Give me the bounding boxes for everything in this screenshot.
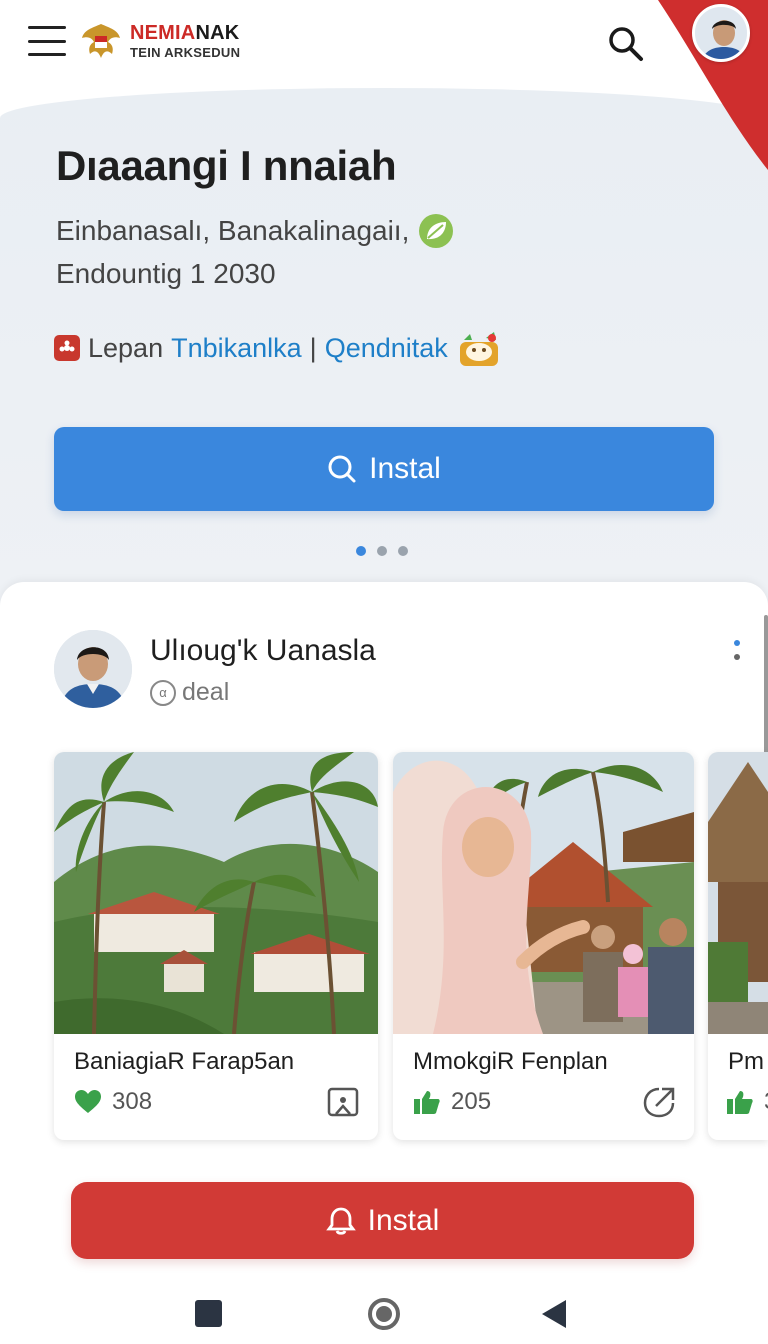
post-card[interactable]: BaniagiaR Farap5an 308 xyxy=(54,752,378,1140)
hero-subtitle: Einbanasalı, Banakalinagaiı, xyxy=(56,212,455,250)
post-stats: 205 xyxy=(413,1088,491,1116)
more-options-icon[interactable] xyxy=(730,640,744,670)
post-image-gathering xyxy=(393,752,694,1034)
search-icon xyxy=(328,455,356,483)
hero-title: Dıaaangi I nnaiah xyxy=(56,142,397,189)
hamburger-menu-icon[interactable] xyxy=(28,26,66,56)
profile-name[interactable]: Ulıoug'k Uanasla xyxy=(150,634,376,668)
logo-text-red: NEMIA xyxy=(130,22,196,44)
back-icon[interactable] xyxy=(540,1298,568,1330)
carousel-indicator xyxy=(356,546,408,556)
tag-link-secondary[interactable]: Qendnitak xyxy=(325,333,448,364)
logo-text-dark: NAK xyxy=(195,22,240,44)
hero-date: Endountig 1 2030 xyxy=(56,258,276,289)
thumbs-up-icon[interactable] xyxy=(413,1089,441,1115)
tag-separator: | xyxy=(309,332,317,363)
flower-icon xyxy=(54,335,80,361)
tag-link-primary[interactable]: Tnbikanlka xyxy=(171,333,302,364)
post-stats: 308 xyxy=(74,1088,152,1116)
install-button-label: Instal xyxy=(367,1203,440,1237)
share-icon[interactable] xyxy=(642,1086,676,1120)
install-button-secondary[interactable]: Instal xyxy=(71,1182,694,1259)
post-card[interactable]: Pm 3 xyxy=(708,752,768,1140)
post-card[interactable]: MmokgiR Fenplan 205 xyxy=(393,752,694,1140)
search-icon[interactable] xyxy=(606,24,646,64)
install-button-primary[interactable]: Instal xyxy=(54,427,714,511)
garuda-emblem-icon xyxy=(82,24,120,58)
profile-handle-text: deal xyxy=(182,678,230,706)
leaf-icon xyxy=(419,214,454,248)
carousel-dot[interactable] xyxy=(398,546,408,556)
thumbs-up-icon[interactable] xyxy=(726,1089,754,1115)
hero-subtitle-text: Einbanasalı, Banakalinagaiı, xyxy=(56,215,410,246)
hero-tags: Lepan Tnbikanlka | Qendnitak xyxy=(54,328,502,368)
profile-handle: α deal xyxy=(150,678,229,707)
post-title: BaniagiaR Farap5an xyxy=(74,1048,295,1075)
app-logo[interactable]: NEMIANAK TEIN ARKSEDUN xyxy=(80,20,240,62)
bell-icon xyxy=(325,1207,356,1235)
bookmark-icon[interactable] xyxy=(326,1086,360,1120)
post-title: Pm xyxy=(728,1048,764,1075)
profile-avatar[interactable] xyxy=(54,630,132,708)
food-basket-icon xyxy=(459,332,498,366)
post-count: 3 xyxy=(764,1088,768,1116)
recent-apps-icon[interactable] xyxy=(195,1300,222,1327)
post-stats: 3 xyxy=(726,1088,768,1116)
post-image-hut xyxy=(708,752,768,1034)
logo-subtitle: TEIN ARKSEDUN xyxy=(130,45,241,60)
user-avatar[interactable] xyxy=(692,4,750,62)
install-button-label: Instal xyxy=(369,452,441,485)
post-image-village xyxy=(54,752,378,1034)
heart-icon[interactable] xyxy=(74,1089,102,1115)
carousel-dot[interactable] xyxy=(356,546,366,556)
home-icon[interactable] xyxy=(368,1298,400,1330)
post-count: 205 xyxy=(451,1088,492,1115)
at-icon: α xyxy=(150,679,176,706)
post-count: 308 xyxy=(112,1088,153,1115)
post-title: MmokgiR Fenplan xyxy=(413,1048,608,1075)
carousel-dot[interactable] xyxy=(377,546,387,556)
tag-label: Lepan xyxy=(88,332,164,363)
